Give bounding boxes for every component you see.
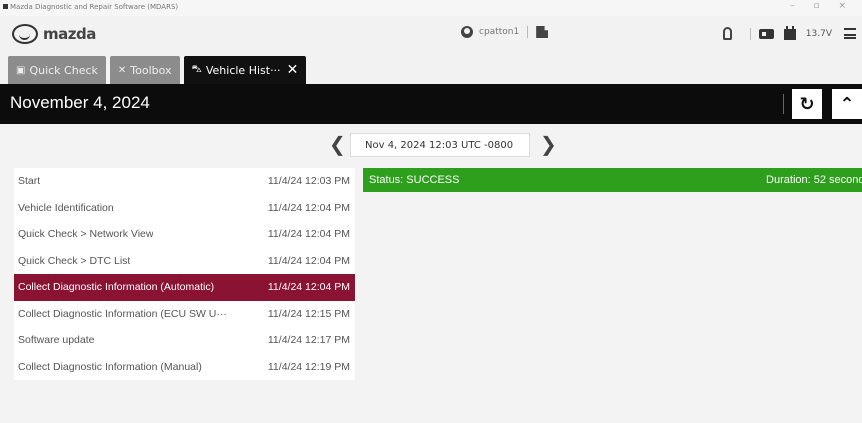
collapse-button[interactable]: ⌃ (832, 89, 862, 119)
tab-bar: ▣ Quick Check ✕ Toolbox ⛍ Vehicle Hist··… (0, 54, 862, 84)
history-item-time: 11/4/24 12:19 PM (267, 360, 350, 373)
tab-vehicle-history[interactable]: ⛍ Vehicle Hist··· ✕ (183, 56, 307, 84)
history-item-time: 11/4/24 12:15 PM (267, 307, 350, 320)
history-item-name: Collect Diagnostic Information (Manual) (18, 360, 202, 373)
refresh-button[interactable]: ↻ (792, 89, 822, 119)
status-toolbar: 13.7V (722, 26, 856, 40)
list-item[interactable]: Quick Check > DTC List 11/4/24 12:04 PM (14, 248, 355, 275)
history-item-name: Software update (18, 334, 95, 347)
history-item-time: 11/4/24 12:03 PM (267, 175, 350, 188)
user-area[interactable]: cpatton1 (461, 26, 549, 38)
divider (783, 94, 784, 114)
logo-text: mazda (43, 25, 96, 43)
list-item[interactable]: Start 11/4/24 12:03 PM (14, 168, 355, 195)
battery-voltage: 13.7V (805, 28, 832, 39)
vci-connector-icon[interactable] (536, 26, 549, 38)
window-controls[interactable]: – ▫ × (790, 1, 854, 11)
divider (749, 27, 751, 40)
app-icon (3, 4, 8, 9)
history-item-time: 11/4/24 12:04 PM (267, 201, 350, 214)
tab-label: Quick Check (29, 63, 98, 77)
list-item-selected[interactable]: Collect Diagnostic Information (Automati… (14, 274, 355, 301)
page-title: November 4, 2024 (10, 93, 150, 112)
history-item-name: Quick Check > Network View (18, 228, 154, 241)
history-item-name: Collect Diagnostic Information (Automati… (18, 281, 215, 294)
hamburger-menu-icon[interactable] (844, 28, 856, 39)
history-item-time: 11/4/24 12:04 PM (267, 228, 350, 241)
list-item[interactable]: Collect Diagnostic Information (Manual) … (14, 354, 355, 381)
session-navigator: ❮ Nov 4, 2024 12:03 UTC -0800 ❯ (0, 133, 862, 157)
mazda-logo: mazda (12, 24, 96, 44)
list-item[interactable]: Vehicle Identification 11/4/24 12:04 PM (14, 195, 355, 222)
history-item-name: Collect Diagnostic Information (ECU SW U… (18, 307, 227, 320)
app-header: mazda cpatton1 13.7V (0, 16, 862, 54)
history-list: Start 11/4/24 12:03 PM Vehicle Identific… (14, 168, 355, 380)
previous-session-icon[interactable]: ❮ (329, 133, 346, 155)
close-tab-icon[interactable]: ✕ (287, 62, 299, 78)
vehicle-icon: ⛍ (191, 63, 202, 75)
tools-icon: ✕ (117, 64, 127, 76)
history-item-time: 11/4/24 12:04 PM (267, 281, 350, 294)
status-banner: Status: SUCCESS Duration: 52 seconds (363, 168, 862, 192)
list-item[interactable]: Collect Diagnostic Information (ECU SW U… (14, 301, 355, 328)
technician-icon[interactable] (722, 27, 732, 40)
history-item-time: 11/4/24 12:17 PM (267, 334, 350, 347)
user-icon[interactable] (461, 26, 473, 38)
history-item-time: 11/4/24 12:04 PM (267, 254, 350, 267)
history-item-name: Vehicle Identification (18, 201, 114, 214)
history-item-name: Quick Check > DTC List (18, 254, 131, 267)
vci-device-icon[interactable] (758, 28, 774, 39)
tab-toolbox[interactable]: ✕ Toolbox (109, 56, 180, 84)
battery-icon (783, 26, 796, 40)
tab-label: Vehicle Hist··· (205, 63, 281, 77)
history-item-name: Start (18, 175, 41, 188)
divider (527, 26, 529, 38)
tab-quick-check[interactable]: ▣ Quick Check (8, 56, 106, 84)
list-item[interactable]: Quick Check > Network View 11/4/24 12:04… (14, 221, 355, 248)
tab-label: Toolbox (130, 63, 172, 77)
refresh-icon: ↻ (799, 93, 815, 115)
list-item[interactable]: Software update 11/4/24 12:17 PM (14, 327, 355, 354)
session-date-selector[interactable]: Nov 4, 2024 12:03 UTC -0800 (350, 133, 530, 157)
page-header: November 4, 2024 ↻ ⌃ (0, 84, 862, 124)
car-icon: ▣ (16, 64, 26, 76)
chevron-up-icon: ⌃ (839, 93, 855, 115)
status-text: Status: SUCCESS (369, 174, 460, 186)
window-title: Mazda Diagnostic and Repair Software (MD… (10, 3, 179, 11)
window-titlebar: Mazda Diagnostic and Repair Software (MD… (0, 0, 862, 16)
next-session-icon[interactable]: ❯ (540, 133, 557, 155)
mazda-logo-icon (12, 24, 38, 44)
user-name[interactable]: cpatton1 (479, 27, 519, 37)
duration-text: Duration: 52 seconds (766, 174, 862, 186)
